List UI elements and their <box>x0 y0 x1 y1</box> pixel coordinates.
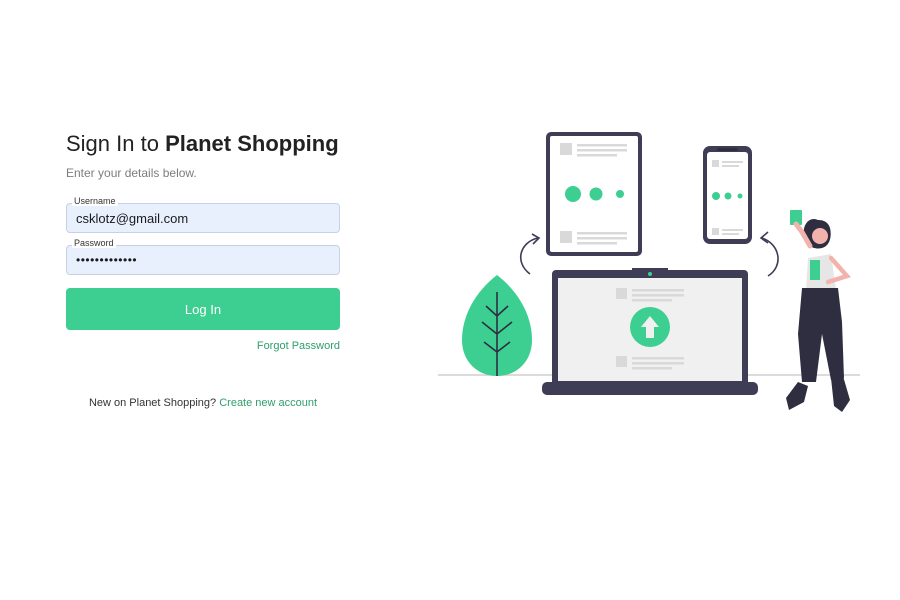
forgot-password-link[interactable]: Forgot Password <box>257 340 340 352</box>
signup-prompt: New on Planet Shopping? <box>88 397 217 409</box>
login-button[interactable]: Log In <box>66 288 340 330</box>
signup-row: New on Planet Shopping? Create new accou… <box>66 397 340 409</box>
page-title: Sign In to Planet Shopping <box>66 130 340 158</box>
username-input[interactable] <box>76 204 331 232</box>
username-field[interactable]: Username <box>66 196 340 233</box>
tablet-device-icon <box>546 132 642 256</box>
title-prefix: Sign In to <box>66 131 166 156</box>
page-subtitle: Enter your details below. <box>66 166 197 180</box>
brand-name: Planet Shopping <box>165 131 339 156</box>
create-account-link[interactable]: Create new account <box>219 397 317 409</box>
login-page: Sign In to Planet Shopping Enter your de… <box>0 0 900 600</box>
leaf-plant-icon <box>462 275 532 376</box>
login-form: Sign In to Planet Shopping Enter your de… <box>66 130 340 409</box>
upload-arrow-icon <box>630 307 670 347</box>
laptop-device-icon <box>542 268 758 395</box>
forgot-row: Forgot Password <box>66 336 340 354</box>
password-field[interactable]: Password <box>66 238 340 275</box>
phone-device-icon <box>703 146 752 244</box>
person-figure-icon <box>786 210 851 412</box>
devices-illustration <box>438 132 860 412</box>
password-input[interactable] <box>76 246 331 274</box>
